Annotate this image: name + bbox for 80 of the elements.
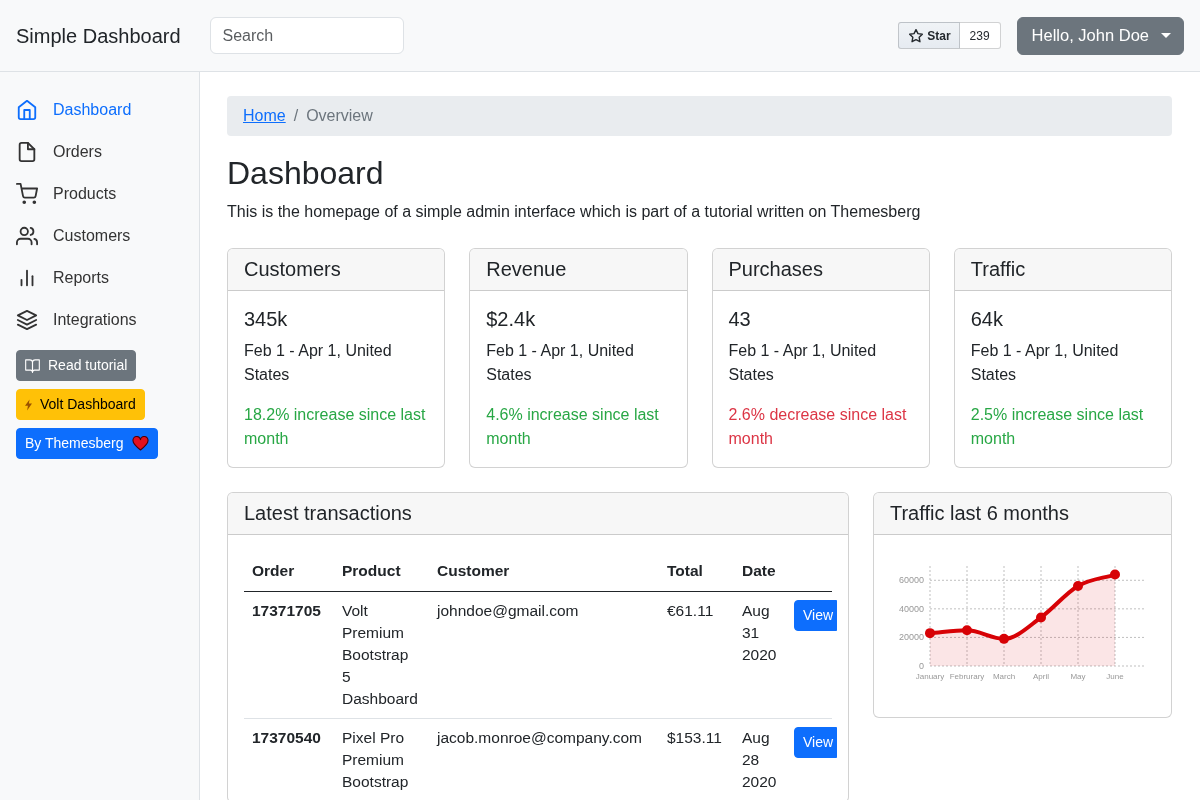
people-icon <box>16 225 38 247</box>
heart-icon <box>131 436 149 451</box>
card-header: Purchases <box>712 249 929 292</box>
stat-period: Feb 1 - Apr 1, United States <box>970 341 1120 386</box>
tutorial-button[interactable]: Read tutorial <box>16 350 137 381</box>
sidebar-item[interactable]: Reports <box>16 257 183 299</box>
order-number: 17371705 <box>244 591 334 719</box>
brand-title[interactable]: Simple Dashboard <box>16 20 181 51</box>
order-number: 17370540 <box>244 718 334 800</box>
book-icon <box>25 358 40 373</box>
sidebar-item[interactable]: Integrations <box>16 299 183 341</box>
credit-button[interactable]: By Themesberg <box>16 428 158 459</box>
table-cell: $153.11 <box>659 718 734 800</box>
breadcrumb-link[interactable]: Home <box>243 104 286 128</box>
y-axis-label: 40000 <box>898 604 924 615</box>
home-icon <box>16 99 38 121</box>
stat-period: Feb 1 - Apr 1, United States <box>244 341 393 386</box>
layers-icon <box>16 309 38 331</box>
y-axis-label: 60000 <box>898 575 924 586</box>
promo-button[interactable]: Volt Dashboard <box>16 389 145 420</box>
data-point <box>1073 581 1083 592</box>
user-menu-button[interactable]: Hello, John Doe <box>1016 16 1184 55</box>
data-point <box>925 628 935 639</box>
view-button[interactable]: View <box>794 727 838 759</box>
card-header: Latest transactions <box>228 493 848 536</box>
data-point <box>962 625 972 636</box>
stat-period: Feb 1 - Apr 1, United States <box>486 341 635 386</box>
stat-value: 345k <box>244 307 289 332</box>
table-cell: Volt Premium Bootstrap 5 Dashboard <box>334 591 429 719</box>
stat-value: 64k <box>970 307 1004 332</box>
data-point <box>1036 612 1046 623</box>
page-title: Dashboard <box>227 154 385 193</box>
table-cell: €61.11 <box>659 591 734 719</box>
stat-change: 2.6% decrease since last month <box>728 405 908 450</box>
stat-change: 2.5% increase since last month <box>970 405 1145 450</box>
column-header: Product <box>334 551 429 592</box>
star-button[interactable]: Star <box>898 22 960 49</box>
x-axis-label: May <box>1070 672 1086 682</box>
x-axis-label: Februrary <box>949 672 985 682</box>
x-axis-label: April <box>1033 672 1049 682</box>
breadcrumb-separator: / <box>293 106 299 126</box>
y-axis-label: 20000 <box>898 632 924 643</box>
stat-value: $2.4k <box>486 307 537 332</box>
table-cell: Aug 28 2020 <box>734 718 786 800</box>
breadcrumb-current: Overview <box>306 106 373 126</box>
table-cell: Aug 31 2020 <box>734 591 786 719</box>
cart-icon <box>16 183 38 205</box>
table-cell: jacob.monroe@company.com <box>429 718 659 800</box>
table-cell: johndoe@gmail.com <box>429 591 659 719</box>
x-axis-label: January <box>915 672 945 682</box>
data-point <box>1110 569 1120 580</box>
stat-value: 43 <box>728 307 752 332</box>
card-header: Traffic <box>954 249 1171 292</box>
card-header: Traffic last 6 months <box>874 493 1171 536</box>
column-header: Order <box>244 551 334 592</box>
column-header: Customer <box>429 551 659 592</box>
card-header: Revenue <box>470 249 687 292</box>
star-count[interactable]: 239 <box>959 22 1001 49</box>
y-axis-label: 0 <box>918 661 924 672</box>
star-icon <box>909 28 924 43</box>
search-field[interactable]: Search <box>209 17 404 54</box>
card-header: Customers <box>228 249 445 292</box>
data-point <box>999 634 1009 645</box>
caret-icon <box>1161 33 1171 38</box>
page-description: This is the homepage of a simple admin interface which is part of a tutorial written on Themesberg <box>227 202 922 223</box>
table-cell: Pixel Pro Premium Bootstrap <box>334 718 429 800</box>
sidebar-item[interactable]: Customers <box>16 215 183 257</box>
column-header: Total <box>659 551 734 592</box>
stat-change: 4.6% increase since last month <box>486 405 660 450</box>
x-axis-label: June <box>1106 672 1124 682</box>
sidebar-item[interactable]: Orders <box>16 131 183 173</box>
stat-change: 18.2% increase since last month <box>244 405 427 450</box>
document-icon <box>16 141 38 163</box>
sidebar-item[interactable]: Products <box>16 173 183 215</box>
column-header: Date <box>734 551 786 592</box>
sidebar-item[interactable]: Dashboard <box>16 89 183 131</box>
lightning-icon <box>25 398 32 411</box>
x-axis-label: March <box>992 672 1016 682</box>
stat-period: Feb 1 - Apr 1, United States <box>728 341 878 386</box>
view-button[interactable]: View <box>794 600 838 632</box>
